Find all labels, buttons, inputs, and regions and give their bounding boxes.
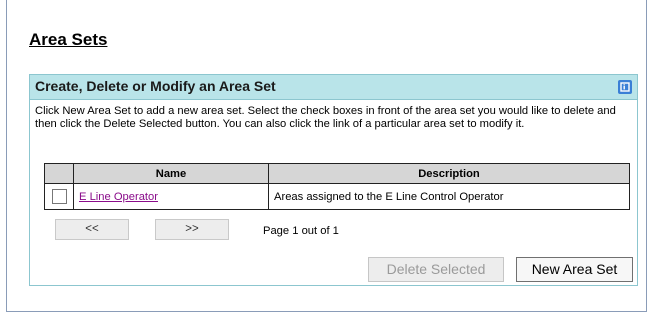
name-column-header: Name (73, 163, 269, 184)
page-frame: Area Sets Create, Delete or Modify an Ar… (6, 0, 647, 312)
help-icon[interactable] (618, 80, 632, 94)
delete-selected-button[interactable]: Delete Selected (368, 257, 504, 282)
panel-description: Click New Area Set to add a new area set… (35, 105, 616, 130)
row-name-cell: E Line Operator (73, 183, 269, 210)
panel-header: Create, Delete or Modify an Area Set (30, 75, 637, 100)
panel-title: Create, Delete or Modify an Area Set (35, 78, 276, 94)
new-area-set-button[interactable]: New Area Set (516, 257, 633, 282)
previous-page-button[interactable]: << (55, 219, 129, 240)
select-column-header (44, 163, 74, 184)
area-sets-table: Name Description E Line Operator Areas a… (44, 163, 630, 210)
next-page-button[interactable]: >> (155, 219, 229, 240)
table-row: E Line Operator Areas assigned to the E … (44, 183, 630, 210)
area-set-link[interactable]: E Line Operator (79, 191, 158, 203)
row-checkbox-cell (44, 183, 74, 210)
row-checkbox[interactable] (51, 189, 67, 204)
area-set-panel: Create, Delete or Modify an Area Set Cli… (29, 74, 638, 286)
page-info: Page 1 out of 1 (263, 225, 339, 237)
page-title: Area Sets (29, 30, 108, 49)
row-description-cell: Areas assigned to the E Line Control Ope… (268, 183, 630, 210)
description-column-header: Description (268, 163, 630, 184)
table-header-row: Name Description (44, 163, 630, 184)
